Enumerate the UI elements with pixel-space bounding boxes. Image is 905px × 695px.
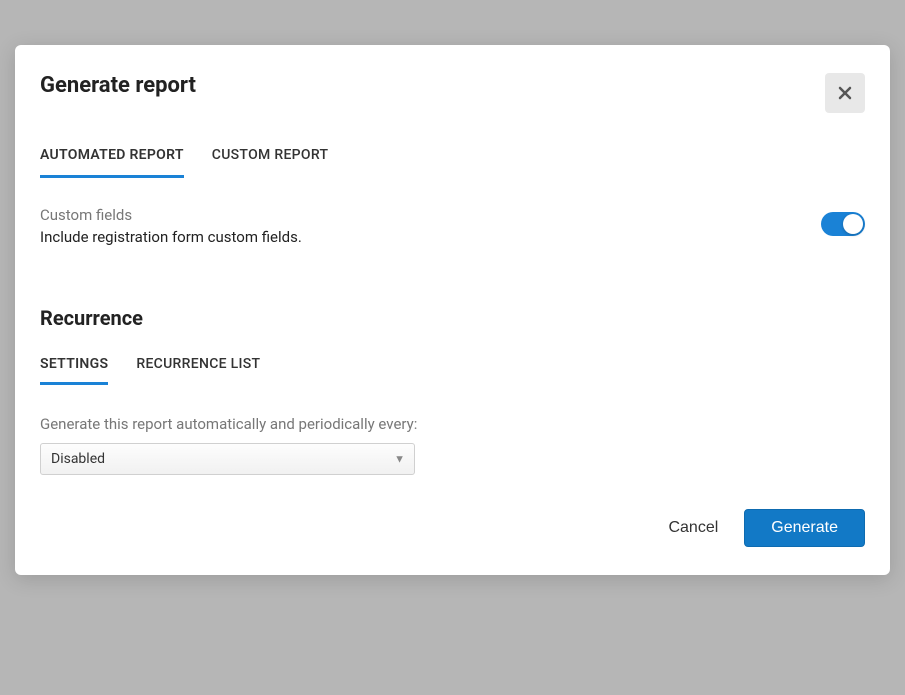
close-icon <box>837 85 853 101</box>
toggle-knob <box>843 214 863 234</box>
generate-report-modal: Generate report AUTOMATED REPORT CUSTOM … <box>15 45 890 575</box>
custom-fields-desc: Include registration form custom fields. <box>40 228 821 246</box>
modal-footer: Cancel Generate <box>15 485 890 575</box>
modal-body: AUTOMATED REPORT CUSTOM REPORT Custom fi… <box>15 113 890 485</box>
custom-fields-row: Custom fields Include registration form … <box>40 206 865 246</box>
custom-fields-toggle[interactable] <box>821 212 865 236</box>
recurrence-tabs: SETTINGS RECURRENCE LIST <box>40 348 865 385</box>
tab-settings[interactable]: SETTINGS <box>40 348 108 385</box>
tab-automated-report[interactable]: AUTOMATED REPORT <box>40 137 184 178</box>
close-button[interactable] <box>825 73 865 113</box>
modal-header: Generate report <box>15 45 890 113</box>
tab-custom-report[interactable]: CUSTOM REPORT <box>212 137 329 178</box>
generate-button[interactable]: Generate <box>744 509 865 547</box>
recurrence-title: Recurrence <box>40 306 865 330</box>
tab-recurrence-list[interactable]: RECURRENCE LIST <box>136 348 260 385</box>
custom-fields-label: Custom fields <box>40 206 821 224</box>
recurrence-frequency-label: Generate this report automatically and p… <box>40 415 865 433</box>
modal-title: Generate report <box>40 73 196 98</box>
recurrence-select[interactable]: Disabled <box>40 443 415 475</box>
recurrence-select-value: Disabled <box>51 451 105 467</box>
recurrence-select-wrapper: Disabled ▼ <box>40 443 415 475</box>
custom-fields-text: Custom fields Include registration form … <box>40 206 821 246</box>
cancel-button[interactable]: Cancel <box>664 511 722 545</box>
report-type-tabs: AUTOMATED REPORT CUSTOM REPORT <box>40 137 865 178</box>
